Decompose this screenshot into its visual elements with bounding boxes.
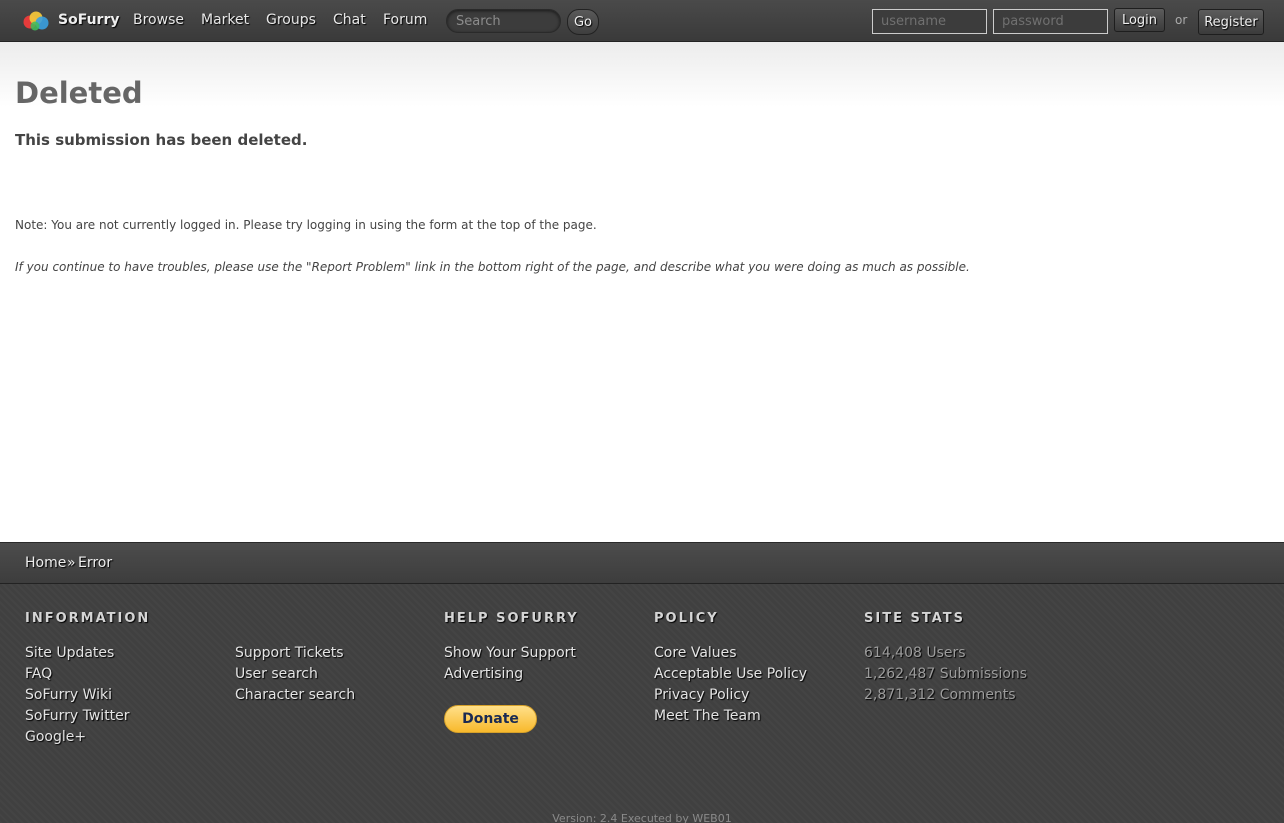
deleted-message: This submission has been deleted. [15,131,308,149]
breadcrumb-bar [0,542,1284,584]
breadcrumb-current[interactable]: Error [78,555,112,571]
footer [0,584,1284,823]
stat-users: 614,408 Users [864,645,966,661]
footer-link-core-values[interactable]: Core Values [654,645,737,661]
footer-link-wiki[interactable]: SoFurry Wiki [25,687,112,703]
brand-name[interactable]: SoFurry [58,12,119,28]
footer-heading-help: HELP SOFURRY [444,611,579,626]
nav-forum[interactable]: Forum [383,12,427,28]
register-button[interactable]: Register [1198,9,1264,35]
or-text: or [1175,13,1188,27]
footer-heading-policy: POLICY [654,611,719,626]
footer-link-acceptable-use[interactable]: Acceptable Use Policy [654,666,807,682]
stat-submissions: 1,262,487 Submissions [864,666,1028,682]
breadcrumb-home[interactable]: Home [25,555,66,571]
help-note: If you continue to have troubles, please… [15,260,970,274]
footer-heading-information: INFORMATION [25,611,151,626]
version-text: Version: 2.4 Executed by WEB01 [552,812,732,823]
footer-link-privacy-policy[interactable]: Privacy Policy [654,687,749,703]
footer-link-site-updates[interactable]: Site Updates [25,645,114,661]
content-header-shade [0,42,1284,107]
footer-link-twitter[interactable]: SoFurry Twitter [25,708,130,724]
footer-link-faq[interactable]: FAQ [25,666,52,682]
password-field[interactable] [993,9,1108,34]
breadcrumb-separator: » [67,555,76,571]
footer-link-advertising[interactable]: Advertising [444,666,523,682]
footer-link-google-plus[interactable]: Google+ [25,729,86,745]
footer-link-user-search[interactable]: User search [235,666,318,682]
login-note: Note: You are not currently logged in. P… [15,218,597,232]
donate-button[interactable]: Donate [444,705,537,733]
footer-link-meet-team[interactable]: Meet The Team [654,708,761,724]
page-title: Deleted [15,76,143,110]
login-button[interactable]: Login [1114,8,1165,32]
footer-heading-site-stats: SITE STATS [864,611,965,626]
nav-browse[interactable]: Browse [133,12,184,28]
username-field[interactable] [872,9,987,34]
search-go-button[interactable]: Go [567,9,599,35]
footer-link-support-tickets[interactable]: Support Tickets [235,645,344,661]
sofurry-logo-icon[interactable] [22,9,50,33]
footer-link-character-search[interactable]: Character search [235,687,355,703]
nav-groups[interactable]: Groups [266,12,316,28]
nav-chat[interactable]: Chat [333,12,366,28]
stat-comments: 2,871,312 Comments [864,687,1016,703]
footer-link-show-support[interactable]: Show Your Support [444,645,576,661]
search-input[interactable] [446,9,561,33]
nav-market[interactable]: Market [201,12,249,28]
